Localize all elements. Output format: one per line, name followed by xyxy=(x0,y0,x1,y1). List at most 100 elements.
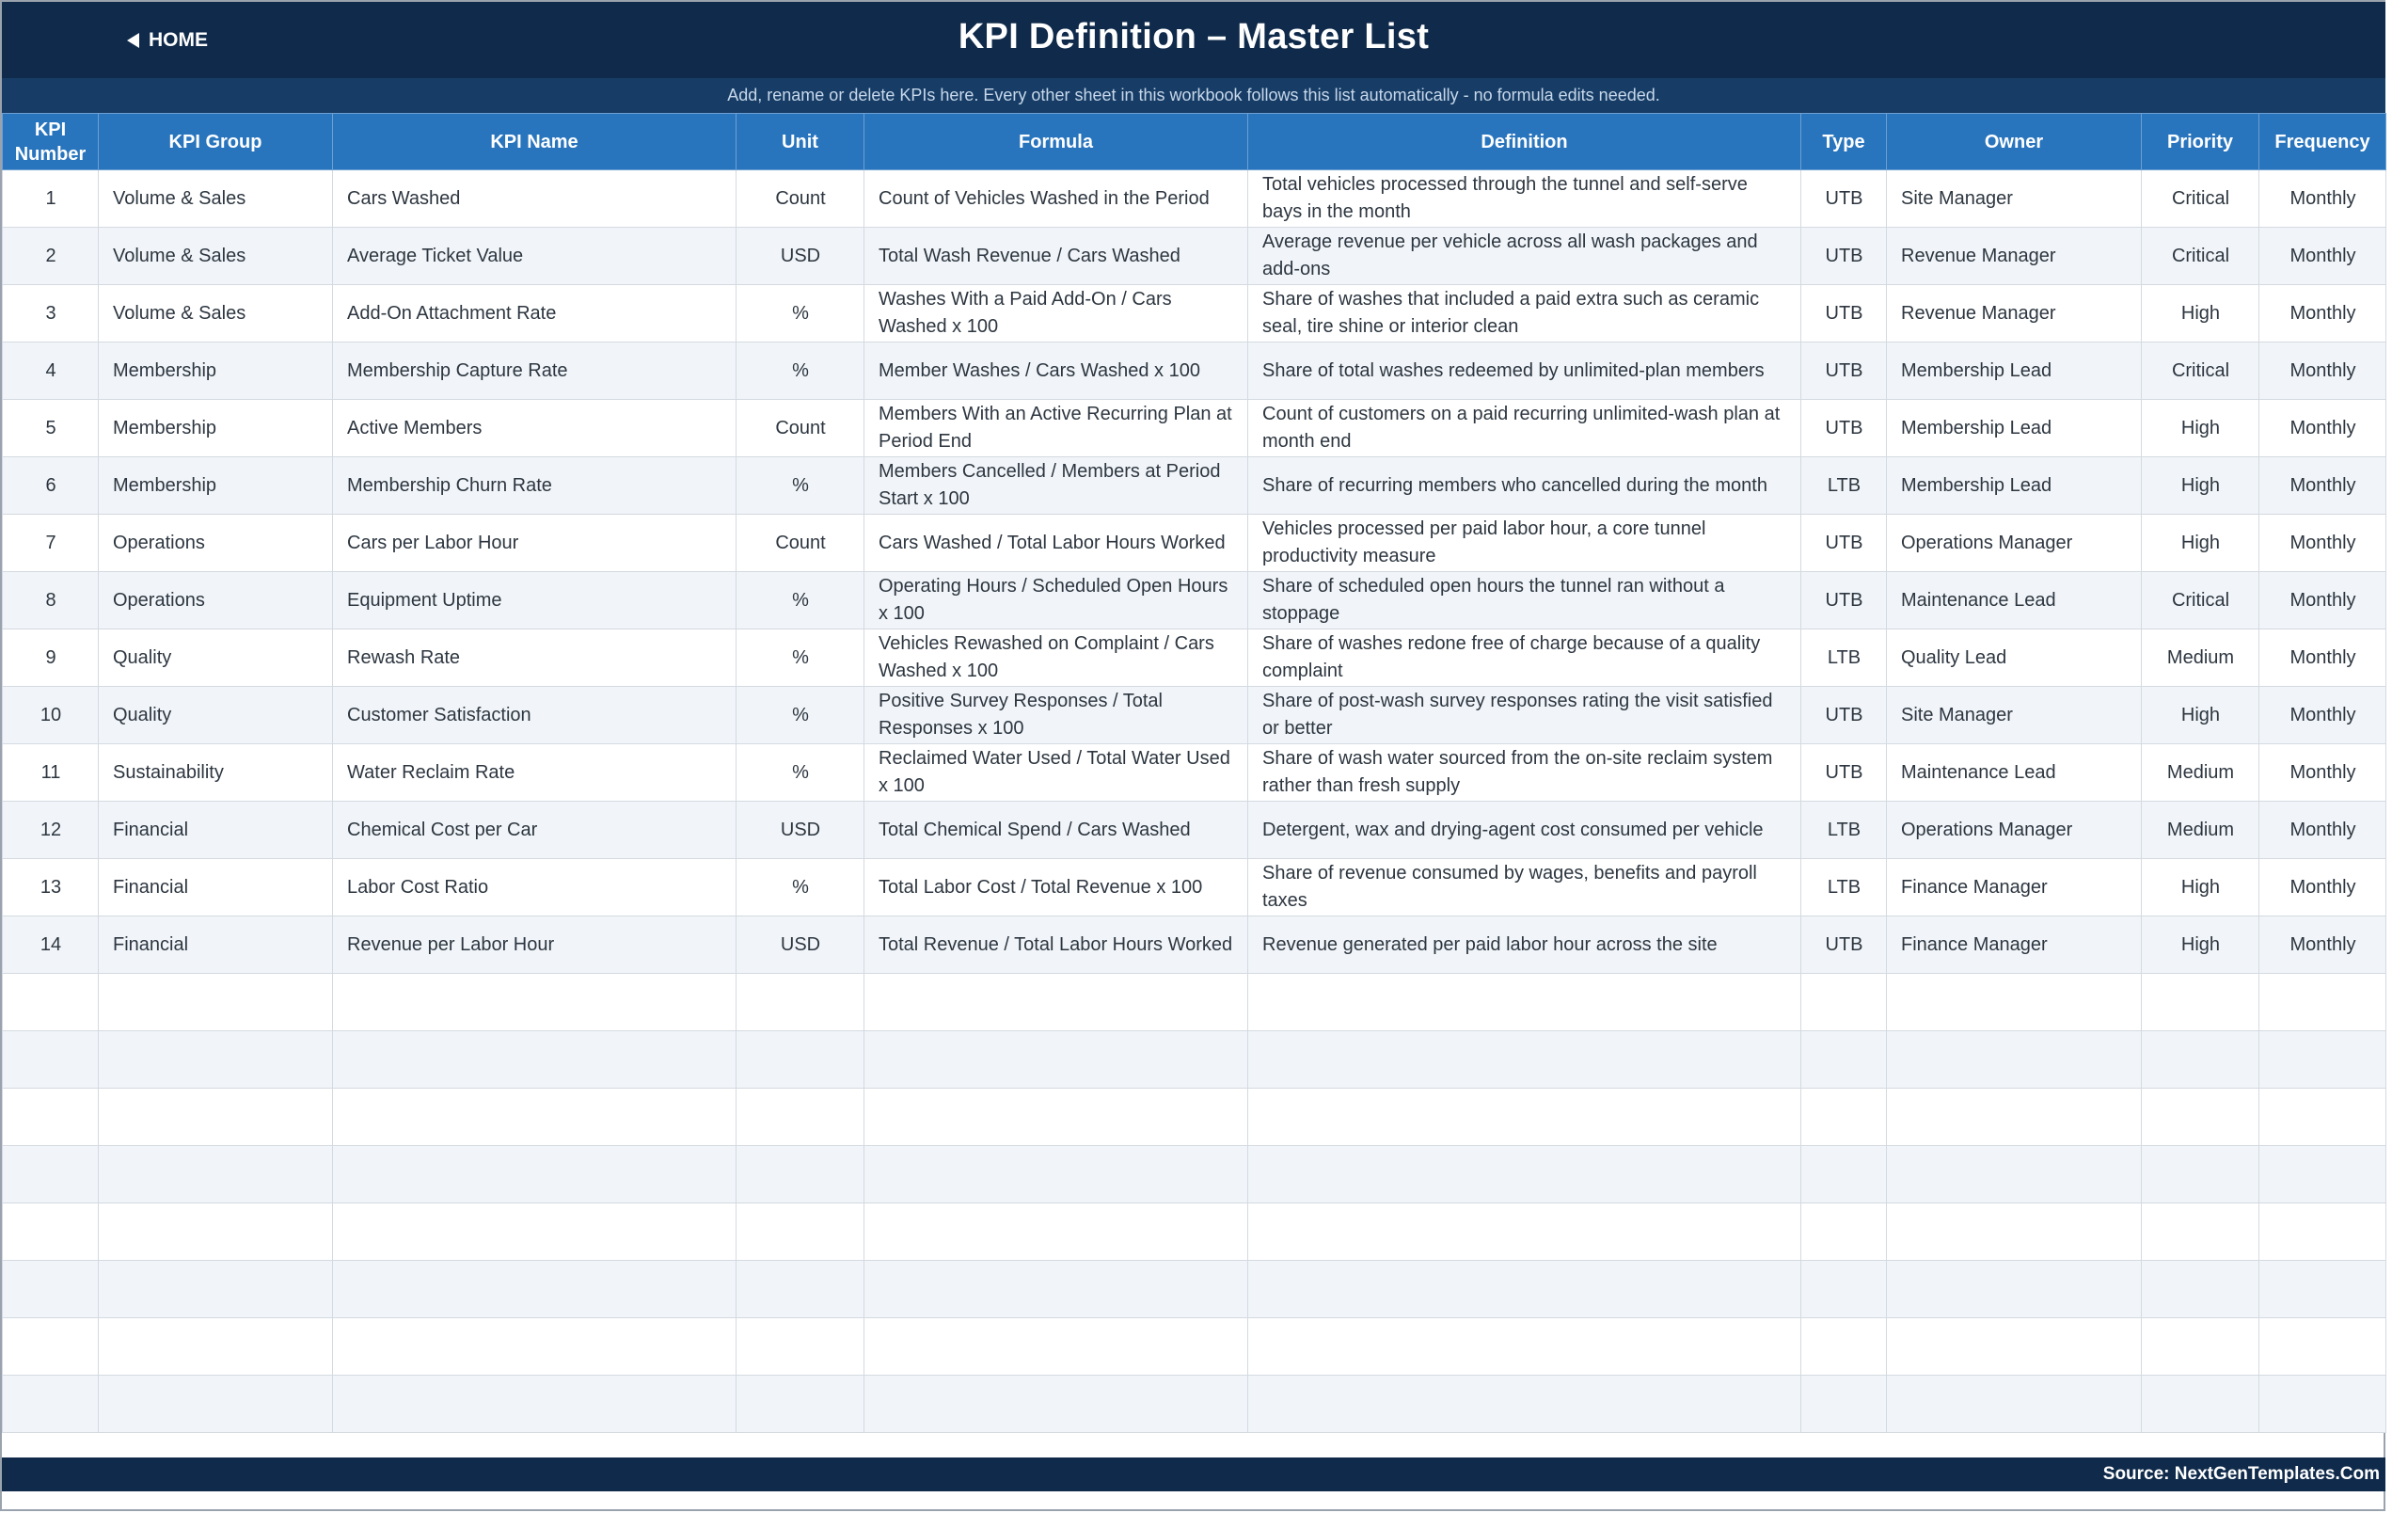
empty-cell[interactable] xyxy=(736,1260,864,1318)
empty-cell[interactable] xyxy=(332,1375,737,1433)
cell-owner[interactable]: Maintenance Lead xyxy=(1886,743,2142,802)
empty-cell[interactable] xyxy=(2258,1375,2386,1433)
cell-kpi-group[interactable]: Operations xyxy=(98,514,333,572)
cell-kpi-group[interactable]: Quality xyxy=(98,686,333,744)
cell-type[interactable]: UTB xyxy=(1800,227,1887,285)
cell-frequency[interactable]: Monthly xyxy=(2258,686,2386,744)
cell-type[interactable]: LTB xyxy=(1800,858,1887,916)
empty-cell[interactable] xyxy=(2141,1088,2259,1146)
empty-cell[interactable] xyxy=(2141,1260,2259,1318)
cell-kpi-group[interactable]: Financial xyxy=(98,801,333,859)
cell-kpi-name[interactable]: Labor Cost Ratio xyxy=(332,858,737,916)
cell-unit[interactable]: Count xyxy=(736,169,864,228)
cell-type[interactable]: UTB xyxy=(1800,743,1887,802)
cell-kpi-number[interactable]: 13 xyxy=(2,858,99,916)
empty-cell[interactable] xyxy=(1886,1202,2142,1261)
empty-cell[interactable] xyxy=(1886,1145,2142,1203)
empty-cell[interactable] xyxy=(332,1088,737,1146)
empty-cell[interactable] xyxy=(1247,1375,1801,1433)
empty-cell[interactable] xyxy=(1247,1145,1801,1203)
empty-cell[interactable] xyxy=(2,1202,99,1261)
cell-kpi-name[interactable]: Active Members xyxy=(332,399,737,457)
cell-kpi-group[interactable]: Membership xyxy=(98,399,333,457)
empty-cell[interactable] xyxy=(98,1202,333,1261)
cell-kpi-number[interactable]: 7 xyxy=(2,514,99,572)
cell-kpi-number[interactable]: 4 xyxy=(2,342,99,400)
cell-type[interactable]: UTB xyxy=(1800,686,1887,744)
empty-cell[interactable] xyxy=(1886,973,2142,1031)
col-header-owner[interactable]: Owner xyxy=(1886,113,2142,170)
cell-formula[interactable]: Total Wash Revenue / Cars Washed xyxy=(863,227,1248,285)
col-header-unit[interactable]: Unit xyxy=(736,113,864,170)
col-header-kpi-number[interactable]: KPI Number xyxy=(2,113,99,170)
cell-unit[interactable]: % xyxy=(736,743,864,802)
empty-cell[interactable] xyxy=(98,1145,333,1203)
cell-definition[interactable]: Share of revenue consumed by wages, bene… xyxy=(1247,858,1801,916)
cell-frequency[interactable]: Monthly xyxy=(2258,801,2386,859)
cell-unit[interactable]: % xyxy=(736,342,864,400)
cell-owner[interactable]: Maintenance Lead xyxy=(1886,571,2142,629)
cell-definition[interactable]: Total vehicles processed through the tun… xyxy=(1247,169,1801,228)
cell-unit[interactable]: % xyxy=(736,686,864,744)
cell-definition[interactable]: Share of washes that included a paid ext… xyxy=(1247,284,1801,342)
empty-cell[interactable] xyxy=(1800,1202,1887,1261)
empty-cell[interactable] xyxy=(98,1260,333,1318)
cell-frequency[interactable]: Monthly xyxy=(2258,858,2386,916)
cell-unit[interactable]: % xyxy=(736,629,864,687)
cell-unit[interactable]: USD xyxy=(736,916,864,974)
empty-cell[interactable] xyxy=(2258,973,2386,1031)
cell-priority[interactable]: High xyxy=(2141,456,2259,515)
cell-definition[interactable]: Share of total washes redeemed by unlimi… xyxy=(1247,342,1801,400)
cell-frequency[interactable]: Monthly xyxy=(2258,399,2386,457)
cell-kpi-number[interactable]: 6 xyxy=(2,456,99,515)
cell-formula[interactable]: Total Revenue / Total Labor Hours Worked xyxy=(863,916,1248,974)
cell-frequency[interactable]: Monthly xyxy=(2258,456,2386,515)
cell-definition[interactable]: Count of customers on a paid recurring u… xyxy=(1247,399,1801,457)
cell-kpi-name[interactable]: Rewash Rate xyxy=(332,629,737,687)
cell-kpi-group[interactable]: Volume & Sales xyxy=(98,284,333,342)
empty-cell[interactable] xyxy=(2258,1030,2386,1089)
cell-type[interactable]: LTB xyxy=(1800,801,1887,859)
cell-priority[interactable]: Medium xyxy=(2141,801,2259,859)
empty-cell[interactable] xyxy=(863,1375,1248,1433)
cell-kpi-number[interactable]: 10 xyxy=(2,686,99,744)
cell-owner[interactable]: Site Manager xyxy=(1886,169,2142,228)
cell-kpi-name[interactable]: Water Reclaim Rate xyxy=(332,743,737,802)
empty-cell[interactable] xyxy=(736,1088,864,1146)
cell-kpi-name[interactable]: Cars per Labor Hour xyxy=(332,514,737,572)
empty-cell[interactable] xyxy=(332,1317,737,1376)
cell-kpi-group[interactable]: Financial xyxy=(98,916,333,974)
cell-formula[interactable]: Members Cancelled / Members at Period St… xyxy=(863,456,1248,515)
cell-kpi-number[interactable]: 11 xyxy=(2,743,99,802)
empty-cell[interactable] xyxy=(863,973,1248,1031)
cell-kpi-group[interactable]: Membership xyxy=(98,456,333,515)
cell-formula[interactable]: Vehicles Rewashed on Complaint / Cars Wa… xyxy=(863,629,1248,687)
empty-cell[interactable] xyxy=(98,973,333,1031)
cell-unit[interactable]: Count xyxy=(736,514,864,572)
cell-unit[interactable]: % xyxy=(736,571,864,629)
empty-cell[interactable] xyxy=(736,1317,864,1376)
cell-priority[interactable]: High xyxy=(2141,399,2259,457)
empty-cell[interactable] xyxy=(2141,1375,2259,1433)
empty-cell[interactable] xyxy=(1886,1088,2142,1146)
cell-kpi-number[interactable]: 5 xyxy=(2,399,99,457)
cell-type[interactable]: LTB xyxy=(1800,456,1887,515)
empty-cell[interactable] xyxy=(332,1145,737,1203)
cell-frequency[interactable]: Monthly xyxy=(2258,342,2386,400)
empty-cell[interactable] xyxy=(2258,1202,2386,1261)
empty-cell[interactable] xyxy=(2141,973,2259,1031)
cell-formula[interactable]: Positive Survey Responses / Total Respon… xyxy=(863,686,1248,744)
empty-cell[interactable] xyxy=(332,973,737,1031)
cell-priority[interactable]: Critical xyxy=(2141,571,2259,629)
cell-kpi-name[interactable]: Revenue per Labor Hour xyxy=(332,916,737,974)
empty-cell[interactable] xyxy=(1247,973,1801,1031)
cell-formula[interactable]: Count of Vehicles Washed in the Period xyxy=(863,169,1248,228)
cell-type[interactable]: UTB xyxy=(1800,571,1887,629)
empty-cell[interactable] xyxy=(1247,1317,1801,1376)
empty-cell[interactable] xyxy=(1886,1030,2142,1089)
empty-cell[interactable] xyxy=(1886,1317,2142,1376)
cell-type[interactable]: UTB xyxy=(1800,399,1887,457)
cell-kpi-group[interactable]: Operations xyxy=(98,571,333,629)
empty-cell[interactable] xyxy=(863,1260,1248,1318)
empty-cell[interactable] xyxy=(736,1030,864,1089)
